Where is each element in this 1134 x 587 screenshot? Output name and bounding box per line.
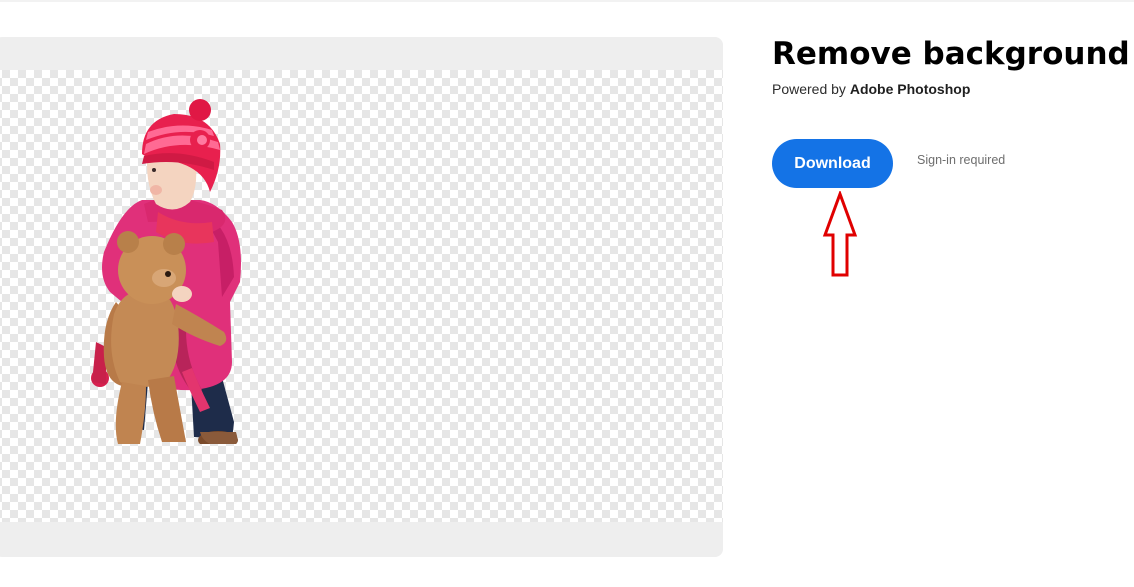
tool-info-panel: Remove background Powered by Adobe Photo…	[772, 34, 1130, 98]
powered-by-prefix: Powered by	[772, 81, 850, 97]
download-actions: Download Sign-in required	[772, 139, 1005, 188]
up-arrow-icon	[822, 191, 858, 277]
top-divider	[0, 0, 1134, 2]
sign-in-required-note: Sign-in required	[917, 153, 1006, 167]
powered-by-line: Powered by Adobe Photoshop	[772, 80, 1122, 98]
download-button[interactable]: Download	[772, 139, 893, 188]
powered-by-brand: Adobe Photoshop	[849, 81, 971, 97]
cutout-image-child-with-teddy-bear	[91, 99, 241, 444]
page-title: Remove background	[772, 36, 1130, 72]
